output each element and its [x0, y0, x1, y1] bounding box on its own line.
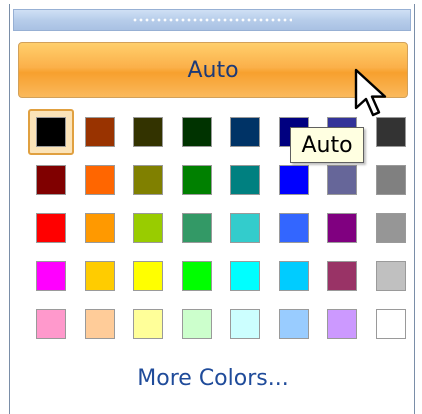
color-swatch[interactable]	[36, 261, 66, 291]
drag-grip[interactable]	[13, 9, 411, 31]
auto-color-button[interactable]: Auto	[18, 42, 408, 98]
color-swatch[interactable]	[181, 261, 212, 291]
color-swatch[interactable]	[181, 165, 212, 195]
color-swatch[interactable]	[375, 213, 406, 243]
color-swatch[interactable]	[327, 165, 357, 195]
color-swatch[interactable]	[36, 309, 66, 339]
color-swatch[interactable]	[133, 213, 163, 243]
color-swatch[interactable]	[375, 261, 406, 291]
color-swatch[interactable]	[375, 309, 406, 339]
color-swatch[interactable]	[181, 117, 212, 147]
color-swatch[interactable]	[133, 117, 163, 147]
more-colors-link[interactable]: More Colors...	[10, 366, 416, 391]
color-swatch[interactable]	[181, 213, 212, 243]
color-swatch[interactable]	[181, 309, 212, 339]
color-swatch[interactable]	[375, 165, 406, 195]
color-swatch[interactable]	[230, 261, 260, 291]
color-swatch[interactable]	[133, 261, 163, 291]
color-swatch[interactable]	[230, 309, 260, 339]
color-swatch[interactable]	[327, 309, 357, 339]
color-swatch[interactable]	[84, 261, 115, 291]
tooltip-text: Auto	[301, 132, 353, 158]
color-swatch[interactable]	[36, 213, 66, 243]
color-swatch[interactable]	[36, 117, 66, 147]
drag-grip-icon	[132, 17, 292, 23]
color-swatch[interactable]	[327, 213, 357, 243]
color-swatch[interactable]	[327, 261, 357, 291]
color-swatch[interactable]	[230, 165, 260, 195]
color-swatch[interactable]	[375, 117, 406, 147]
tooltip: Auto	[290, 127, 364, 163]
color-swatch[interactable]	[84, 117, 115, 147]
color-swatch[interactable]	[84, 309, 115, 339]
color-swatch[interactable]	[36, 165, 66, 195]
color-swatch[interactable]	[84, 213, 115, 243]
color-swatch[interactable]	[133, 309, 163, 339]
color-swatch[interactable]	[84, 165, 115, 195]
color-picker-popup: Auto More Colors...	[9, 4, 415, 414]
color-swatch[interactable]	[230, 117, 260, 147]
color-swatch[interactable]	[278, 261, 309, 291]
arrow-pointer-icon	[354, 68, 387, 117]
color-swatch[interactable]	[133, 165, 163, 195]
color-swatch[interactable]	[230, 213, 260, 243]
color-swatch[interactable]	[278, 165, 309, 195]
color-swatch[interactable]	[278, 213, 309, 243]
color-swatch[interactable]	[278, 309, 309, 339]
auto-color-label: Auto	[187, 57, 239, 83]
